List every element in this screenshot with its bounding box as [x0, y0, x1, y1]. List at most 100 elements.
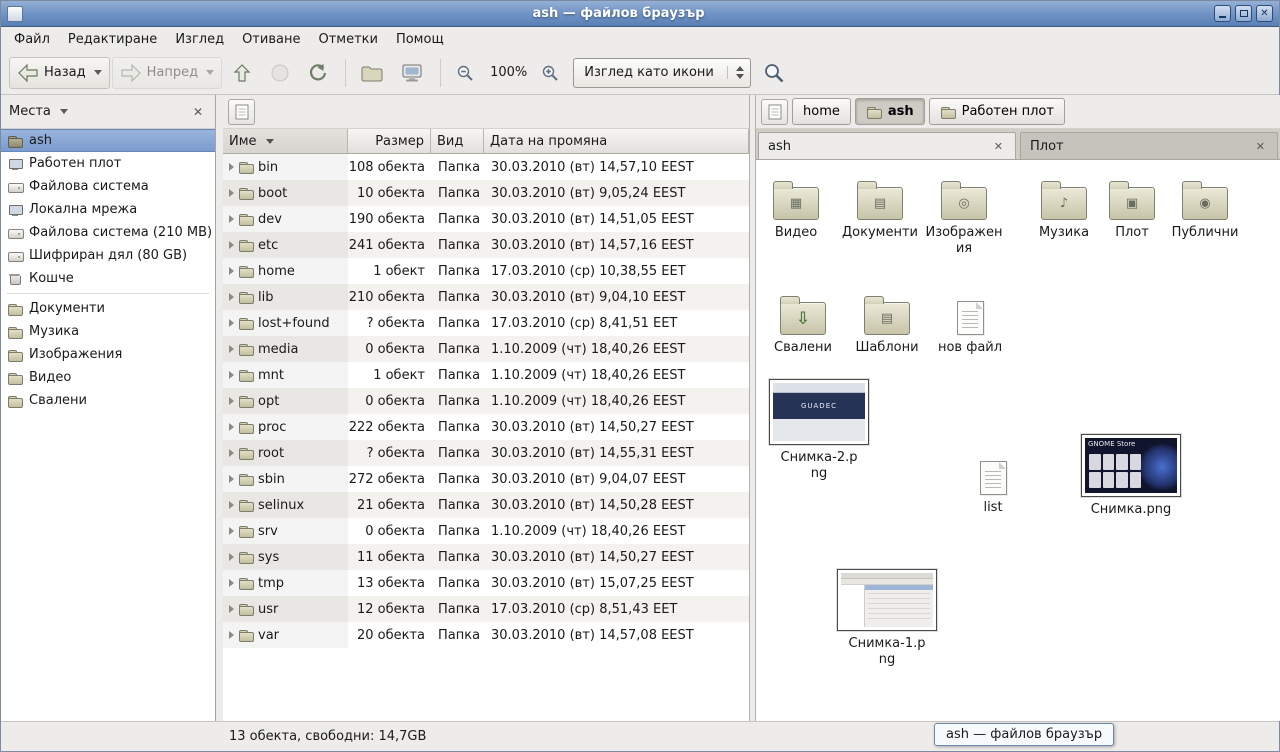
back-button[interactable]: Назад — [9, 57, 110, 89]
table-row[interactable]: srv0 обектаПапка1.10.2009 (чт) 18,40,26 … — [223, 518, 749, 544]
column-header-kind[interactable]: Вид — [431, 129, 484, 154]
expander-icon[interactable] — [229, 527, 234, 535]
sidebar-item[interactable]: Файлова система — [1, 175, 215, 198]
table-row[interactable]: var20 обектаПапка30.03.2010 (вт) 14,57,0… — [223, 622, 749, 648]
table-row[interactable]: etc241 обектаПапка30.03.2010 (вт) 14,57,… — [223, 232, 749, 258]
expander-icon[interactable] — [229, 189, 234, 197]
expander-icon[interactable] — [229, 475, 234, 483]
search-button[interactable] — [755, 57, 793, 89]
expander-icon[interactable] — [229, 501, 234, 509]
table-row[interactable]: bin108 обектаПапка30.03.2010 (вт) 14,57,… — [223, 154, 749, 180]
folder-item[interactable]: ◉Публични — [1163, 174, 1247, 241]
expander-icon[interactable] — [229, 345, 234, 353]
expander-icon[interactable] — [229, 267, 234, 275]
expander-icon[interactable] — [229, 397, 234, 405]
location-toggle-button[interactable] — [761, 99, 788, 125]
back-history-chevron-icon[interactable] — [94, 70, 102, 75]
forward-button[interactable]: Напред — [112, 57, 222, 89]
expander-icon[interactable] — [229, 553, 234, 561]
close-tab-icon[interactable]: ✕ — [991, 140, 1006, 153]
column-header-date[interactable]: Дата на промяна — [484, 129, 749, 154]
stop-button[interactable] — [262, 57, 298, 89]
titlebar[interactable]: ash — файлов браузър ✕ — [1, 1, 1279, 27]
maximize-button[interactable] — [1235, 5, 1252, 22]
expander-icon[interactable] — [229, 163, 234, 171]
file-item[interactable]: GUADEC Снимка-2.png — [769, 379, 869, 483]
sidebar-item[interactable]: Свалени — [1, 389, 215, 412]
expander-icon[interactable] — [229, 631, 234, 639]
expander-icon[interactable] — [229, 371, 234, 379]
table-row[interactable]: sbin272 обектаПапка30.03.2010 (вт) 9,04,… — [223, 466, 749, 492]
table-row[interactable]: proc222 обектаПапка30.03.2010 (вт) 14,50… — [223, 414, 749, 440]
pane-splitter[interactable] — [749, 95, 756, 721]
sidebar-item[interactable]: Видео — [1, 366, 215, 389]
path-button[interactable]: ash — [855, 98, 925, 125]
expander-icon[interactable] — [229, 319, 234, 327]
column-header-size[interactable]: Размер — [348, 129, 431, 154]
folder-item[interactable]: ⇩Свалени — [761, 289, 845, 356]
expander-icon[interactable] — [229, 215, 234, 223]
tab[interactable]: ash✕ — [758, 132, 1016, 159]
sidebar-item[interactable]: Работен плот — [1, 152, 215, 175]
menu-item[interactable]: Файл — [5, 29, 59, 50]
path-button[interactable]: Работен плот — [929, 98, 1065, 125]
close-button[interactable]: ✕ — [1256, 5, 1273, 22]
sidebar-close-button[interactable]: ✕ — [189, 104, 207, 120]
menu-item[interactable]: Изглед — [166, 29, 233, 50]
file-item[interactable]: GNOME Store Снимка.png — [1081, 434, 1181, 518]
folder-item[interactable]: ▤Документи — [838, 174, 922, 241]
menu-item[interactable]: Помощ — [387, 29, 453, 50]
table-row[interactable]: usr12 обектаПапка17.03.2010 (ср) 8,51,43… — [223, 596, 749, 622]
folder-item[interactable]: ◎Изображения — [922, 174, 1006, 258]
table-row[interactable]: selinux21 обектаПапка30.03.2010 (вт) 14,… — [223, 492, 749, 518]
file-item[interactable]: Снимка-1.png — [837, 569, 937, 669]
sidebar-item[interactable]: ash — [1, 129, 215, 152]
expander-icon[interactable] — [229, 293, 234, 301]
table-row[interactable]: root? обектаПапка30.03.2010 (вт) 14,55,3… — [223, 440, 749, 466]
view-mode-select[interactable]: Изглед като икони — [573, 58, 751, 88]
sidebar-selector-chevron-icon[interactable] — [60, 109, 68, 114]
expander-icon[interactable] — [229, 423, 234, 431]
table-row[interactable]: dev190 обектаПапка30.03.2010 (вт) 14,51,… — [223, 206, 749, 232]
sidebar-item[interactable]: Изображения — [1, 343, 215, 366]
sidebar-item[interactable]: Документи — [1, 297, 215, 320]
tab[interactable]: Плот✕ — [1020, 132, 1278, 159]
expander-icon[interactable] — [229, 449, 234, 457]
location-toggle-button[interactable] — [228, 99, 255, 125]
up-button[interactable] — [224, 57, 260, 89]
table-row[interactable]: mnt1 обектПапка1.10.2009 (чт) 18,40,26 E… — [223, 362, 749, 388]
icon-area[interactable]: нов файл GUADEC Снимка-2.png list — [756, 161, 1280, 721]
table-row[interactable]: lost+found? обектаПапка17.03.2010 (ср) 8… — [223, 310, 749, 336]
computer-button[interactable] — [393, 57, 431, 89]
menu-item[interactable]: Редактиране — [59, 29, 166, 50]
minimize-button[interactable] — [1214, 5, 1231, 22]
folder-item[interactable]: ▤Шаблони — [845, 289, 929, 356]
folder-item[interactable]: ▣Плот — [1090, 174, 1174, 241]
table-row[interactable]: home1 обектПапка17.03.2010 (ср) 10,38,55… — [223, 258, 749, 284]
sidebar-splitter[interactable] — [216, 95, 223, 721]
expander-icon[interactable] — [229, 579, 234, 587]
zoom-in-button[interactable] — [533, 57, 567, 89]
sidebar-item[interactable]: Музика — [1, 320, 215, 343]
table-row[interactable]: lib210 обектаПапка30.03.2010 (вт) 9,04,1… — [223, 284, 749, 310]
path-button[interactable]: home — [792, 98, 851, 125]
sidebar-item[interactable]: Шифриран дял (80 GB) — [1, 244, 215, 267]
menu-item[interactable]: Отметки — [309, 29, 386, 50]
table-row[interactable]: tmp13 обектаПапка30.03.2010 (вт) 15,07,2… — [223, 570, 749, 596]
menu-item[interactable]: Отиване — [233, 29, 309, 50]
table-row[interactable]: media0 обектаПапка1.10.2009 (чт) 18,40,2… — [223, 336, 749, 362]
close-tab-icon[interactable]: ✕ — [1253, 140, 1268, 153]
zoom-out-button[interactable] — [448, 57, 482, 89]
expander-icon[interactable] — [229, 605, 234, 613]
expander-icon[interactable] — [229, 241, 234, 249]
folder-item[interactable]: ▦Видео — [756, 174, 838, 241]
table-row[interactable]: sys11 обектаПапка30.03.2010 (вт) 14,50,2… — [223, 544, 749, 570]
file-item[interactable]: нов файл — [928, 289, 1012, 356]
table-row[interactable]: boot10 обектаПапка30.03.2010 (вт) 9,05,2… — [223, 180, 749, 206]
home-button[interactable] — [353, 57, 391, 89]
sidebar-item[interactable]: Кошче — [1, 267, 215, 290]
file-item[interactable]: list — [959, 449, 1027, 516]
column-header-name[interactable]: Име — [223, 129, 348, 154]
table-row[interactable]: opt0 обектаПапка1.10.2009 (чт) 18,40,26 … — [223, 388, 749, 414]
sidebar-item[interactable]: Локална мрежа — [1, 198, 215, 221]
